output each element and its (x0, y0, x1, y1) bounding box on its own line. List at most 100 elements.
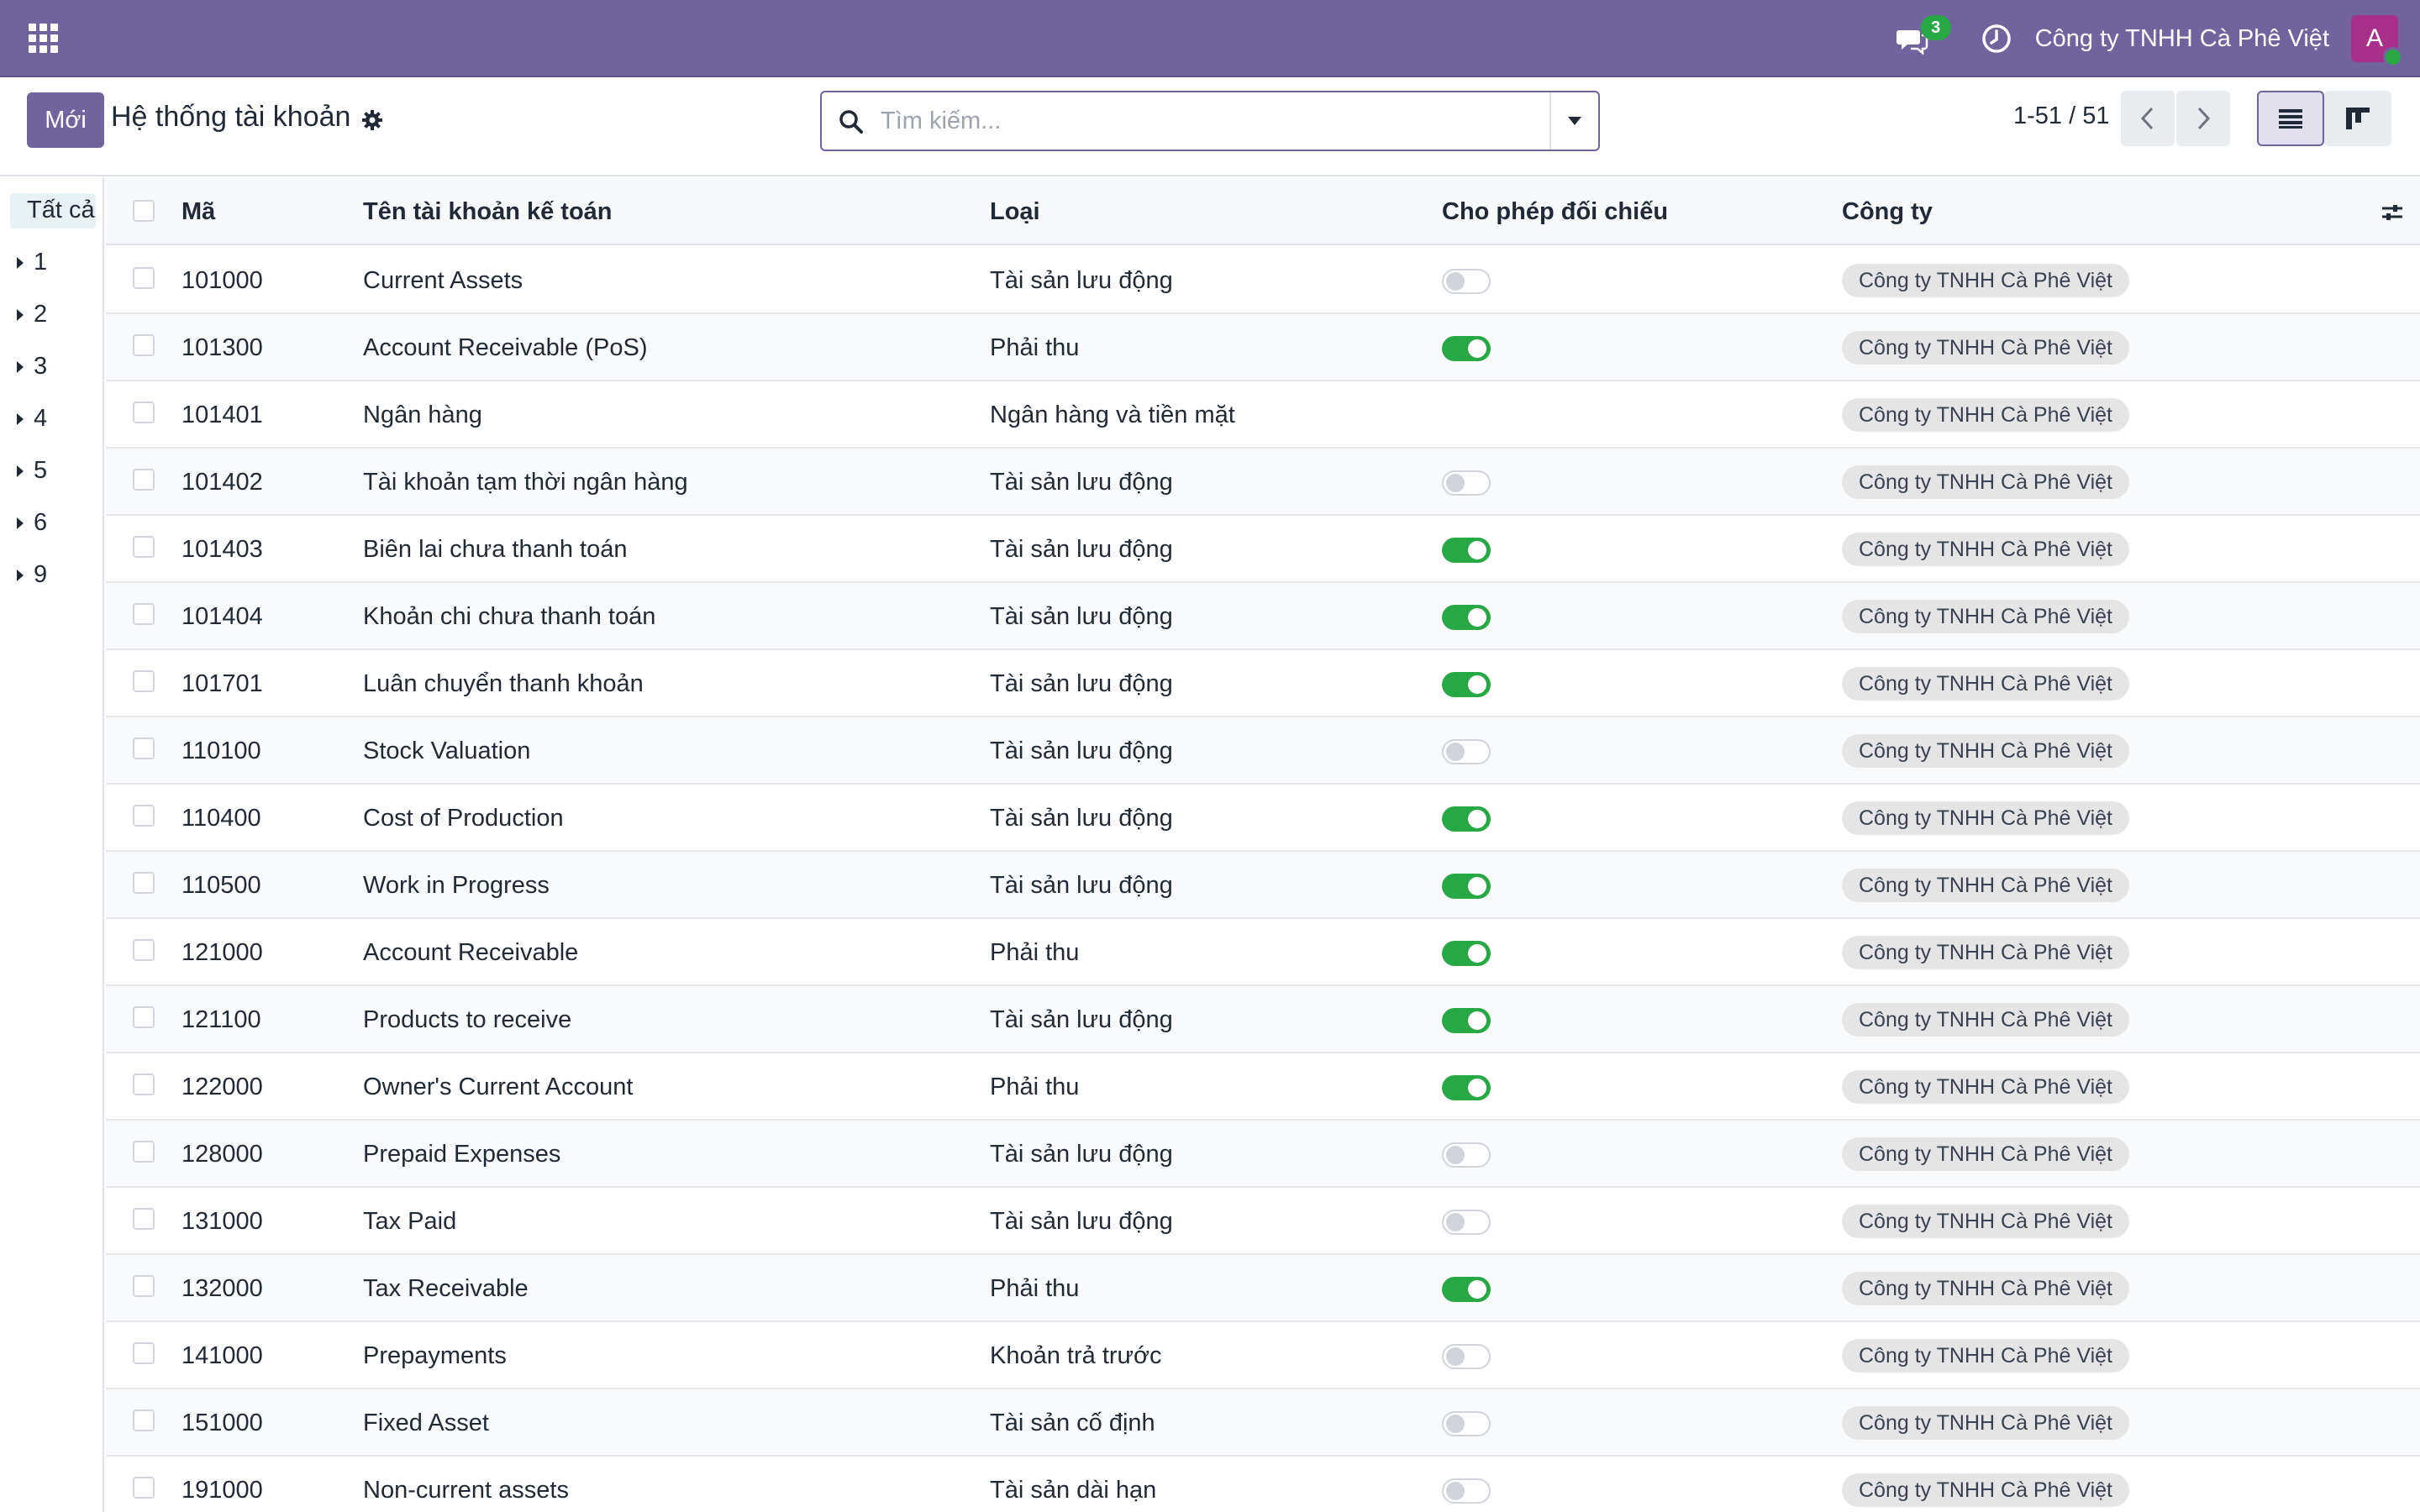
company-switcher[interactable]: Công ty TNHH Cà Phê Việt (2035, 25, 2329, 53)
pager-value[interactable]: 1-51 / 51 (2013, 102, 2109, 130)
row-checkbox[interactable] (133, 469, 155, 491)
table-row[interactable]: 101401 Ngân hàng Ngân hàng và tiền mặt Công… (106, 381, 2420, 449)
row-checkbox[interactable] (133, 1342, 155, 1364)
toggle-knob (1446, 1213, 1465, 1231)
cell-code: 110400 (182, 805, 261, 832)
reconcile-toggle[interactable] (1442, 1008, 1491, 1033)
column-header-type[interactable]: Loại (990, 198, 1040, 226)
caret-down-icon (1568, 117, 1581, 125)
kanban-view-button[interactable] (2324, 91, 2391, 146)
group-label: 2 (34, 301, 48, 328)
cell-type: Ngân hàng và tiền mặt (990, 402, 1235, 428)
group-all[interactable]: Tất cả (10, 193, 96, 228)
search-input[interactable] (881, 101, 1519, 141)
group-item-5[interactable]: 5 (17, 457, 47, 485)
select-all-checkbox[interactable] (133, 200, 155, 222)
reconcile-toggle[interactable] (1442, 1411, 1491, 1436)
reconcile-toggle[interactable] (1442, 605, 1491, 630)
row-checkbox[interactable] (133, 1006, 155, 1028)
row-checkbox[interactable] (133, 1410, 155, 1431)
row-checkbox[interactable] (133, 1477, 155, 1499)
row-checkbox[interactable] (133, 670, 155, 692)
row-checkbox[interactable] (133, 1074, 155, 1095)
group-item-2[interactable]: 2 (17, 301, 47, 328)
user-avatar[interactable]: A (2351, 15, 2403, 67)
reconcile-toggle[interactable] (1442, 806, 1491, 832)
top-navbar: 3 Công ty TNHH Cà Phê Việt A (0, 0, 2420, 77)
reconcile-toggle[interactable] (1442, 1142, 1491, 1168)
row-checkbox[interactable] (133, 1141, 155, 1163)
row-checkbox[interactable] (133, 1208, 155, 1230)
new-button[interactable]: Mới (27, 92, 104, 148)
cell-name: Luân chuyển thanh khoản (363, 670, 644, 697)
table-row[interactable]: 110400 Cost of Production Tài sản lưu động… (106, 785, 2420, 852)
reconcile-toggle[interactable] (1442, 1478, 1491, 1504)
pager-previous-button[interactable] (2121, 91, 2175, 146)
row-checkbox[interactable] (133, 603, 155, 625)
reconcile-toggle[interactable] (1442, 941, 1491, 966)
column-header-code[interactable]: Mã (182, 198, 215, 226)
gear-icon[interactable] (361, 109, 383, 131)
table-row[interactable]: 141000 Prepayments Khoản trả trước Công ty … (106, 1322, 2420, 1389)
table-row[interactable]: 101000 Current Assets Tài sản lưu động Công… (106, 247, 2420, 314)
reconcile-toggle[interactable] (1442, 269, 1491, 294)
reconcile-toggle[interactable] (1442, 1210, 1491, 1235)
row-checkbox[interactable] (133, 536, 155, 558)
group-item-4[interactable]: 4 (17, 405, 47, 433)
column-header-name[interactable]: Tên tài khoản kế toán (363, 198, 613, 226)
table-row[interactable]: 101403 Biên lai chưa thanh toán Tài sản lư… (106, 516, 2420, 583)
group-item-9[interactable]: 9 (17, 561, 47, 589)
table-row[interactable]: 131000 Tax Paid Tài sản lưu động Công ty TN… (106, 1188, 2420, 1255)
row-checkbox[interactable] (133, 738, 155, 759)
company-tag: Công ty TNHH Cà Phê Việt (1842, 1205, 2129, 1238)
table-row[interactable]: 101404 Khoản chi chưa thanh toán Tài sản l… (106, 583, 2420, 650)
optional-columns-icon[interactable] (2380, 200, 2405, 225)
row-checkbox[interactable] (133, 402, 155, 423)
group-item-1[interactable]: 1 (17, 249, 47, 276)
company-tag: Công ty TNHH Cà Phê Việt (1842, 1003, 2129, 1037)
column-header-reconcile[interactable]: Cho phép đối chiếu (1442, 198, 1668, 226)
table-row[interactable]: 151000 Fixed Asset Tài sản cố định Công ty … (106, 1389, 2420, 1457)
cell-type: Tài sản lưu động (990, 536, 1173, 563)
table-row[interactable]: 191000 Non-current assets Tài sản dài hạn C… (106, 1457, 2420, 1512)
cell-name: Products to receive (363, 1006, 572, 1033)
reconcile-toggle[interactable] (1442, 672, 1491, 697)
cell-code: 101701 (182, 670, 263, 697)
reconcile-toggle[interactable] (1442, 874, 1491, 899)
activity-clock-icon[interactable] (1980, 22, 2013, 55)
reconcile-toggle[interactable] (1442, 739, 1491, 764)
pager-next-button[interactable] (2176, 91, 2230, 146)
table-row[interactable]: 110100 Stock Valuation Tài sản lưu động Côn… (106, 717, 2420, 785)
row-checkbox[interactable] (133, 939, 155, 961)
group-item-3[interactable]: 3 (17, 353, 47, 381)
table-row[interactable]: 101701 Luân chuyển thanh khoản Tài sản lưu… (106, 650, 2420, 717)
cell-type: Tài sản lưu động (990, 603, 1173, 630)
row-checkbox[interactable] (133, 805, 155, 827)
reconcile-toggle[interactable] (1442, 538, 1491, 563)
list-view-button[interactable] (2257, 91, 2324, 146)
reconcile-toggle[interactable] (1442, 1277, 1491, 1302)
company-tag: Công ty TNHH Cà Phê Việt (1842, 465, 2129, 499)
row-checkbox[interactable] (133, 872, 155, 894)
column-header-company[interactable]: Công ty (1842, 198, 1933, 226)
reconcile-toggle[interactable] (1442, 1075, 1491, 1100)
row-checkbox[interactable] (133, 1275, 155, 1297)
group-item-6[interactable]: 6 (17, 509, 47, 537)
messages-icon[interactable]: 3 (1896, 15, 1951, 57)
table-row[interactable]: 121000 Account Receivable Phải thu Công ty … (106, 919, 2420, 986)
reconcile-toggle[interactable] (1442, 470, 1491, 496)
reconcile-toggle[interactable] (1442, 1344, 1491, 1369)
table-row[interactable]: 101402 Tài khoản tạm thời ngân hàng Tài sả… (106, 449, 2420, 516)
cell-type: Tài sản lưu động (990, 267, 1173, 294)
table-row[interactable]: 132000 Tax Receivable Phải thu Công ty TNHH… (106, 1255, 2420, 1322)
table-row[interactable]: 110500 Work in Progress Tài sản lưu động Cô… (106, 852, 2420, 919)
apps-menu-icon[interactable] (29, 24, 59, 54)
table-row[interactable]: 128000 Prepaid Expenses Tài sản lưu động Cô… (106, 1121, 2420, 1188)
table-row[interactable]: 101300 Account Receivable (PoS) Phải thu Cô… (106, 314, 2420, 381)
table-row[interactable]: 121100 Products to receive Tài sản lưu độn… (106, 986, 2420, 1053)
reconcile-toggle[interactable] (1442, 336, 1491, 361)
row-checkbox[interactable] (133, 267, 155, 289)
table-row[interactable]: 122000 Owner's Current Account Phải thu Côn… (106, 1053, 2420, 1121)
row-checkbox[interactable] (133, 334, 155, 356)
search-options-toggle[interactable] (1549, 92, 1598, 150)
